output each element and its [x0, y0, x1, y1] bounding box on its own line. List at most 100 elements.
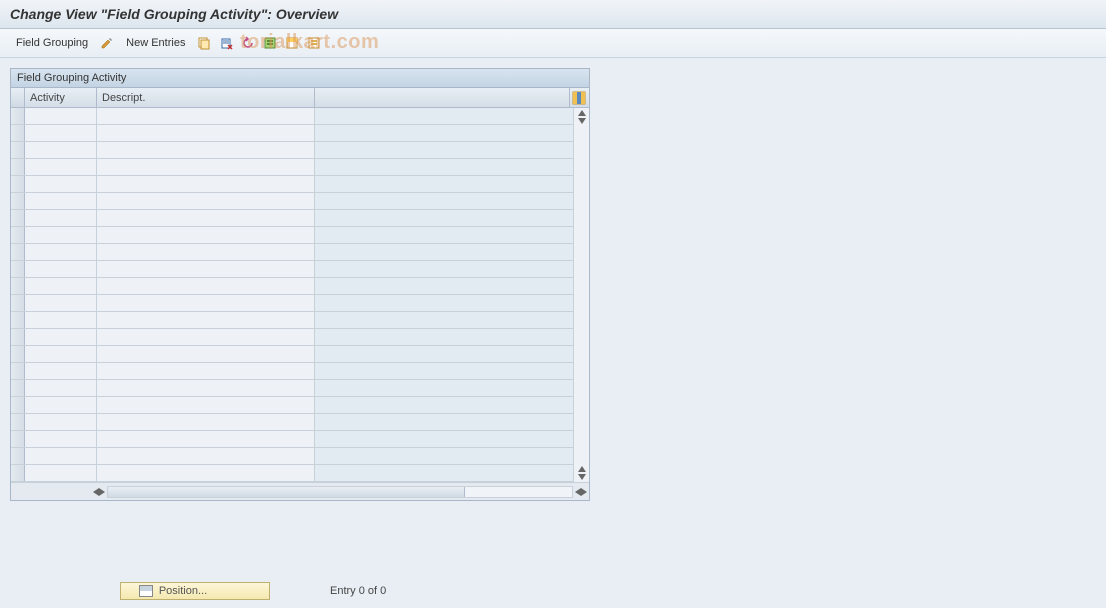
- row-selector[interactable]: [11, 295, 25, 311]
- change-icon[interactable]: [98, 34, 116, 52]
- row-selector[interactable]: [11, 346, 25, 362]
- cell-activity[interactable]: [25, 346, 97, 362]
- position-button-label: Position...: [159, 585, 207, 597]
- cell-descript[interactable]: [97, 227, 315, 243]
- row-selector[interactable]: [11, 244, 25, 260]
- position-button[interactable]: Position...: [120, 582, 270, 600]
- cell-activity[interactable]: [25, 448, 97, 464]
- table-row: [11, 397, 573, 414]
- cell-activity[interactable]: [25, 278, 97, 294]
- cell-descript[interactable]: [97, 278, 315, 294]
- table-row: [11, 346, 573, 363]
- scroll-up-icon[interactable]: [578, 466, 586, 472]
- cell-activity[interactable]: [25, 431, 97, 447]
- scroll-right-icon[interactable]: [99, 488, 105, 496]
- cell-activity[interactable]: [25, 295, 97, 311]
- row-selector[interactable]: [11, 312, 25, 328]
- cell-descript[interactable]: [97, 244, 315, 260]
- row-selector[interactable]: [11, 125, 25, 141]
- cell-descript[interactable]: [97, 312, 315, 328]
- cell-activity[interactable]: [25, 142, 97, 158]
- row-selector[interactable]: [11, 380, 25, 396]
- column-header-descript[interactable]: Descript.: [97, 88, 315, 107]
- row-selector[interactable]: [11, 108, 25, 124]
- deselect-all-icon[interactable]: [305, 34, 323, 52]
- cell-descript[interactable]: [97, 329, 315, 345]
- h-scroll-track[interactable]: [107, 486, 573, 498]
- cell-activity[interactable]: [25, 210, 97, 226]
- cell-activity[interactable]: [25, 108, 97, 124]
- column-header-activity[interactable]: Activity: [25, 88, 97, 107]
- cell-descript[interactable]: [97, 380, 315, 396]
- table-config-icon[interactable]: [569, 88, 587, 107]
- table-row: [11, 227, 573, 244]
- cell-activity[interactable]: [25, 193, 97, 209]
- select-all-icon[interactable]: [261, 34, 279, 52]
- cell-descript[interactable]: [97, 397, 315, 413]
- cell-descript[interactable]: [97, 125, 315, 141]
- table-row: [11, 312, 573, 329]
- row-selector[interactable]: [11, 278, 25, 294]
- table-row: [11, 244, 573, 261]
- cell-activity[interactable]: [25, 244, 97, 260]
- cell-descript[interactable]: [97, 431, 315, 447]
- row-selector[interactable]: [11, 142, 25, 158]
- cell-descript[interactable]: [97, 295, 315, 311]
- cell-descript[interactable]: [97, 414, 315, 430]
- cell-descript[interactable]: [97, 159, 315, 175]
- cell-descript[interactable]: [97, 210, 315, 226]
- scroll-down-icon[interactable]: [578, 474, 586, 480]
- table-row: [11, 465, 573, 482]
- cell-activity[interactable]: [25, 227, 97, 243]
- cell-descript[interactable]: [97, 363, 315, 379]
- copy-icon[interactable]: [195, 34, 213, 52]
- cell-activity[interactable]: [25, 159, 97, 175]
- vertical-scrollbar[interactable]: [573, 108, 589, 482]
- table-row: [11, 414, 573, 431]
- cell-activity[interactable]: [25, 312, 97, 328]
- cell-activity[interactable]: [25, 397, 97, 413]
- table-row: [11, 278, 573, 295]
- row-selector[interactable]: [11, 448, 25, 464]
- row-selector[interactable]: [11, 414, 25, 430]
- row-selector[interactable]: [11, 465, 25, 481]
- row-selector[interactable]: [11, 261, 25, 277]
- cell-descript[interactable]: [97, 465, 315, 481]
- cell-descript[interactable]: [97, 346, 315, 362]
- delete-icon[interactable]: [217, 34, 235, 52]
- scroll-right-icon[interactable]: [581, 488, 587, 496]
- row-selector[interactable]: [11, 193, 25, 209]
- field-grouping-menu[interactable]: Field Grouping: [10, 35, 94, 51]
- row-selector[interactable]: [11, 397, 25, 413]
- scroll-down-icon[interactable]: [578, 118, 586, 124]
- position-icon: [139, 585, 153, 597]
- cell-descript[interactable]: [97, 448, 315, 464]
- cell-activity[interactable]: [25, 414, 97, 430]
- cell-activity[interactable]: [25, 125, 97, 141]
- cell-descript[interactable]: [97, 193, 315, 209]
- cell-activity[interactable]: [25, 329, 97, 345]
- cell-activity[interactable]: [25, 465, 97, 481]
- new-entries-button[interactable]: New Entries: [120, 35, 191, 51]
- cell-activity[interactable]: [25, 363, 97, 379]
- select-block-icon[interactable]: [283, 34, 301, 52]
- cell-activity[interactable]: [25, 261, 97, 277]
- row-selector[interactable]: [11, 159, 25, 175]
- row-selector[interactable]: [11, 363, 25, 379]
- h-scroll-thumb[interactable]: [108, 487, 465, 497]
- cell-activity[interactable]: [25, 380, 97, 396]
- undo-icon[interactable]: [239, 34, 257, 52]
- cell-activity[interactable]: [25, 176, 97, 192]
- row-selector[interactable]: [11, 210, 25, 226]
- horizontal-scrollbar[interactable]: [11, 482, 589, 500]
- row-selector[interactable]: [11, 176, 25, 192]
- row-selector[interactable]: [11, 431, 25, 447]
- cell-descript[interactable]: [97, 176, 315, 192]
- cell-descript[interactable]: [97, 261, 315, 277]
- row-selector[interactable]: [11, 227, 25, 243]
- select-all-rows[interactable]: [11, 88, 25, 107]
- cell-descript[interactable]: [97, 142, 315, 158]
- scroll-up-icon[interactable]: [578, 110, 586, 116]
- row-selector[interactable]: [11, 329, 25, 345]
- cell-descript[interactable]: [97, 108, 315, 124]
